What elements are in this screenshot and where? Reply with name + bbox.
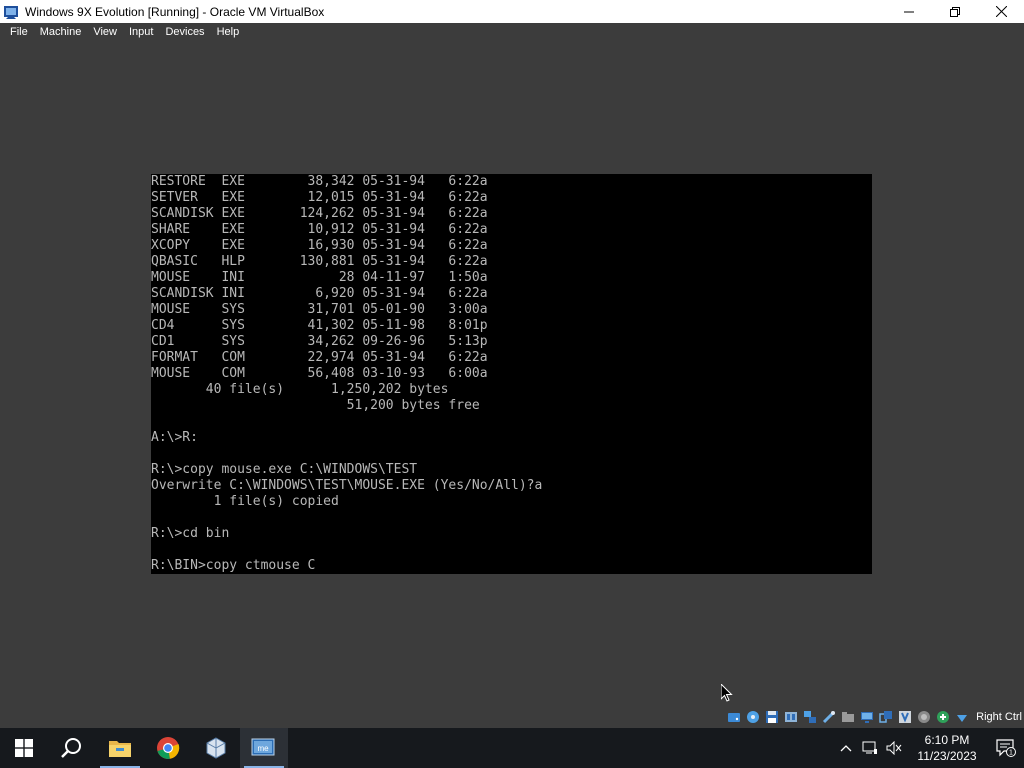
restore-button[interactable] [932,0,978,23]
console-line: 51,200 bytes free [151,398,480,413]
console-line: CD4 SYS 41,302 05-11-98 8:01p [151,318,488,333]
console-line: 40 file(s) 1,250,202 bytes [151,382,449,397]
console-line: MOUSE INI 28 04-11-97 1:50a [151,270,488,285]
console-line: MOUSE SYS 31,701 05-01-90 3:00a [151,302,488,317]
minimize-icon [904,11,914,12]
minimize-button[interactable] [886,0,932,23]
virtualbox-app-icon [3,4,21,20]
arrow-down-icon[interactable] [954,709,970,725]
search-button[interactable] [48,728,96,768]
show-hidden-icons-chevron-icon[interactable] [834,728,858,768]
clock-date: 11/23/2023 [917,749,977,763]
audio-icon[interactable] [783,709,799,725]
menu-file[interactable]: File [4,23,34,41]
taskbar-windows-me-vm[interactable]: me [240,728,288,768]
window-titlebar: Windows 9X Evolution [Running] - Oracle … [0,0,1024,23]
console-line: SCANDISK EXE 124,262 05-31-94 6:22a [151,206,488,221]
optical-drive-icon[interactable] [745,709,761,725]
console-line: R:\>copy mouse.exe C:\WINDOWS\TEST [151,462,418,477]
taskbar-virtualbox[interactable] [192,728,240,768]
capture-icon[interactable] [935,709,951,725]
console-line: RESTORE EXE 38,342 05-31-94 6:22a [151,174,488,189]
menu-devices[interactable]: Devices [159,23,210,41]
notification-count: 1 [1009,750,1013,757]
menu-bar: File Machine View Input Devices Help [0,23,1024,41]
display-icon[interactable] [859,709,875,725]
console-line: Overwrite C:\WINDOWS\TEST\MOUSE.EXE (Yes… [151,478,543,493]
console-line: QBASIC HLP 130,881 05-31-94 6:22a [151,254,488,269]
action-center-button[interactable]: 1 [988,728,1024,768]
menu-help[interactable]: Help [211,23,246,41]
console-line: SHARE EXE 10,912 05-31-94 6:22a [151,222,488,237]
console-line: R:\BIN>copy ctmouse C [151,558,316,573]
taskbar-file-explorer[interactable] [96,728,144,768]
network-icon[interactable] [802,709,818,725]
close-button[interactable] [978,0,1024,23]
search-icon [61,738,81,758]
menu-view[interactable]: View [87,23,123,41]
network-tray-icon[interactable] [858,728,882,768]
start-button[interactable] [0,728,48,768]
floppy-icon[interactable] [764,709,780,725]
console-line: 1 file(s) copied [151,494,339,509]
window-title: Windows 9X Evolution [Running] - Oracle … [25,4,325,19]
vm-guest-screen[interactable]: RESTORE EXE 38,342 05-31-94 6:22a SETVER … [151,174,872,574]
volume-muted-icon[interactable] [882,728,906,768]
cpu-icon[interactable] [916,709,932,725]
vm-status-bar: Right Ctrl [726,707,1024,727]
console-line: SETVER EXE 12,015 05-31-94 6:22a [151,190,488,205]
notification-icon: 1 [996,739,1016,757]
hard-disk-icon[interactable] [726,709,742,725]
svg-text:me: me [257,744,269,753]
taskbar: me 6:10 PM 11/23/2023 1 [0,728,1024,768]
mouse-pointer-icon [720,682,733,707]
console-line: MOUSE COM 56,408 03-10-93 6:00a [151,366,488,381]
console-line: CD1 SYS 34,262 09-26-96 5:13p [151,334,488,349]
clock-time: 6:10 PM [924,733,970,747]
taskbar-chrome[interactable] [144,728,192,768]
system-clock[interactable]: 6:10 PM 11/23/2023 [910,732,984,764]
system-tray: 6:10 PM 11/23/2023 1 [834,728,1024,768]
usb-icon[interactable] [821,709,837,725]
console-line: FORMAT COM 22,974 05-31-94 6:22a [151,350,488,365]
console-line: R:\>cd bin [151,526,230,541]
virtualbox-icon [206,737,226,759]
file-explorer-icon [109,741,131,757]
recording-icon[interactable] [878,709,894,725]
mouse-integration-icon[interactable] [897,709,913,725]
windows-logo-icon [15,739,33,757]
vm-window-icon: me [251,738,275,756]
dos-console-output: RESTORE EXE 38,342 05-31-94 6:22a SETVER … [151,174,872,574]
shared-folders-icon[interactable] [840,709,856,725]
chrome-icon [157,737,180,759]
restore-icon [950,6,960,17]
menu-machine[interactable]: Machine [34,23,88,41]
console-line: A:\>R: [151,430,198,445]
menu-input[interactable]: Input [123,23,159,41]
console-line: SCANDISK INI 6,920 05-31-94 6:22a [151,286,488,301]
console-line: XCOPY EXE 16,930 05-31-94 6:22a [151,238,488,253]
host-key-label[interactable]: Right Ctrl [976,711,1022,723]
close-icon [995,6,1007,17]
